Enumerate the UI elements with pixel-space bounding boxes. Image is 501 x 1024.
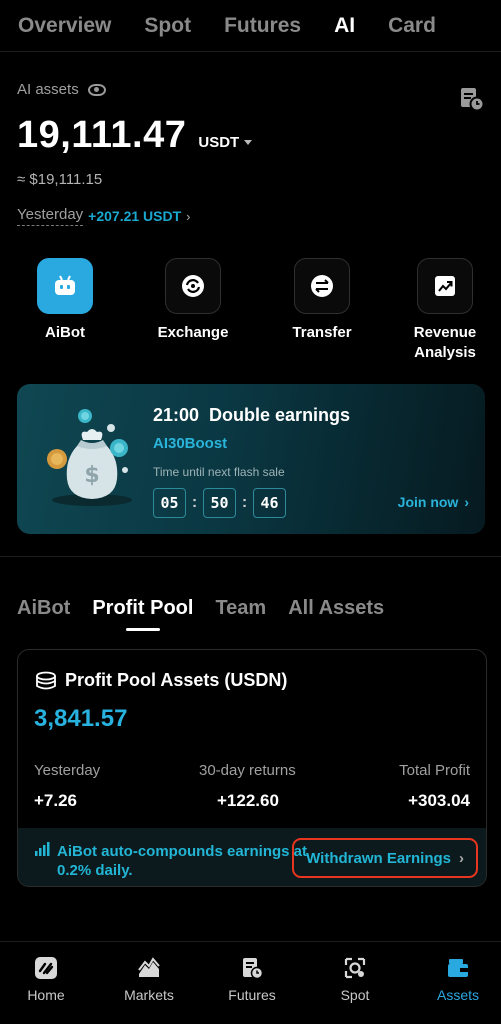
stat-value-total-profit: +303.04 [408, 791, 470, 810]
exchange-button[interactable]: Exchange [138, 258, 248, 343]
chevron-right-icon: › [186, 208, 191, 224]
tab-spot[interactable]: Spot [144, 14, 191, 38]
aibot-label: AiBot [45, 324, 85, 341]
section-divider [0, 556, 501, 557]
tab-ai[interactable]: AI [334, 14, 355, 38]
balance-row: 19,111.47 USDT [17, 114, 253, 157]
eye-icon[interactable] [87, 83, 106, 96]
tab-overview[interactable]: Overview [18, 14, 111, 38]
robot-icon [37, 258, 93, 314]
transfer-button[interactable]: Transfer [267, 258, 377, 343]
countdown-seconds: 46 [253, 488, 286, 518]
promo-code: AI30Boost [153, 435, 228, 452]
chevron-right-icon: › [459, 849, 464, 867]
countdown-caption: Time until next flash sale [153, 465, 285, 479]
futures-icon [243, 958, 264, 980]
yesterday-value: +207.21 USDT [88, 208, 182, 224]
countdown-separator: : [191, 494, 198, 511]
total-balance: 19,111.47 [17, 114, 187, 156]
nav-spot[interactable]: Spot [320, 956, 390, 1003]
bar-chart-icon [35, 842, 50, 856]
money-bag-icon: $ [47, 409, 132, 506]
nav-assets[interactable]: Assets [423, 956, 493, 1003]
tab-all-assets[interactable]: All Assets [288, 597, 384, 620]
profit-pool-value: 3,841.57 [34, 705, 128, 732]
profit-pool-title: Profit Pool Assets (USDN) [65, 670, 288, 690]
stat-value-yesterday: +7.26 [34, 791, 78, 810]
join-now-label: Join now [397, 494, 459, 510]
stat-label-yesterday: Yesterday [34, 762, 101, 779]
withdrawn-earnings-label: Withdrawn Earnings [306, 849, 451, 867]
tab-profit-pool[interactable]: Profit Pool [92, 597, 193, 631]
countdown-timer: 05 : 50 : 46 [153, 488, 286, 518]
transfer-label: Transfer [292, 324, 352, 341]
profit-pool-header: Profit Pool Assets (USDN) [35, 670, 287, 691]
transfer-icon [294, 258, 350, 314]
nav-home[interactable]: Home [11, 956, 81, 1003]
top-tab-bar: Overview Spot Futures AI Card [0, 0, 501, 52]
join-now-button[interactable]: Join now › [398, 494, 469, 510]
yesterday-earnings-link[interactable]: Yesterday +207.21 USDT › [17, 206, 191, 226]
assets-sub-tabs: AiBot Profit Pool Team All Assets [17, 597, 406, 631]
tab-futures[interactable]: Futures [224, 14, 301, 38]
home-logo-icon [35, 957, 57, 979]
wallet-icon [448, 959, 468, 977]
yesterday-label: Yesterday [17, 206, 84, 226]
nav-spot-label: Spot [340, 987, 370, 1003]
nav-futures-label: Futures [228, 987, 276, 1003]
nav-home-label: Home [27, 987, 65, 1003]
tab-card[interactable]: Card [388, 14, 436, 38]
history-icon[interactable] [459, 86, 485, 112]
auto-compound-note: AiBot auto-compounds earnings at 0.2% da… [57, 843, 308, 879]
withdrawn-earnings-button[interactable]: Withdrawn Earnings › [292, 838, 478, 878]
stat-label-total-profit: Total Profit [399, 762, 470, 779]
aibot-button[interactable]: AiBot [10, 258, 120, 343]
svg-text:$: $ [84, 463, 99, 488]
revenue-analysis-label: Revenue Analysis [413, 324, 477, 361]
countdown-separator: : [241, 494, 248, 511]
bottom-nav: Home Markets Futures Spot Assets [0, 941, 501, 1024]
nav-assets-label: Assets [436, 987, 479, 1003]
fiat-equivalent: ≈ $19,111.15 [17, 171, 103, 188]
stat-value-30day: +122.60 [217, 791, 279, 810]
markets-icon [138, 957, 160, 977]
countdown-hours: 05 [153, 488, 186, 518]
exchange-label: Exchange [157, 324, 229, 341]
currency-label: USDT [198, 134, 240, 151]
countdown-minutes: 50 [203, 488, 236, 518]
revenue-analysis-button[interactable]: Revenue Analysis [390, 258, 500, 363]
stat-label-30day: 30-day returns [199, 762, 296, 779]
ai-assets-label: AI assets [17, 81, 79, 98]
spot-icon [344, 957, 366, 979]
profit-pool-footer: AiBot auto-compounds earnings at 0.2% da… [18, 828, 486, 886]
trend-chart-icon [417, 258, 473, 314]
action-shortcuts: AiBot Exchange Transfer Revenue Analysis [0, 258, 501, 368]
nav-futures[interactable]: Futures [217, 956, 287, 1003]
ai-assets-header: AI assets [17, 81, 106, 98]
exchange-icon [165, 258, 221, 314]
nav-markets[interactable]: Markets [114, 956, 184, 1003]
profit-pool-card: Profit Pool Assets (USDN) 3,841.57 Yeste… [17, 649, 487, 887]
flash-sale-banner[interactable]: $ 21:00 Double earnings AI30Boost Time u… [17, 384, 485, 534]
tab-team[interactable]: Team [215, 597, 266, 620]
nav-markets-label: Markets [124, 987, 174, 1003]
tab-aibot[interactable]: AiBot [17, 597, 70, 620]
caret-down-icon [244, 140, 253, 145]
coin-stack-icon [36, 671, 56, 689]
banner-title: 21:00 Double earnings [153, 405, 351, 425]
chevron-right-icon: › [464, 494, 469, 510]
currency-selector[interactable]: USDT [198, 134, 253, 151]
